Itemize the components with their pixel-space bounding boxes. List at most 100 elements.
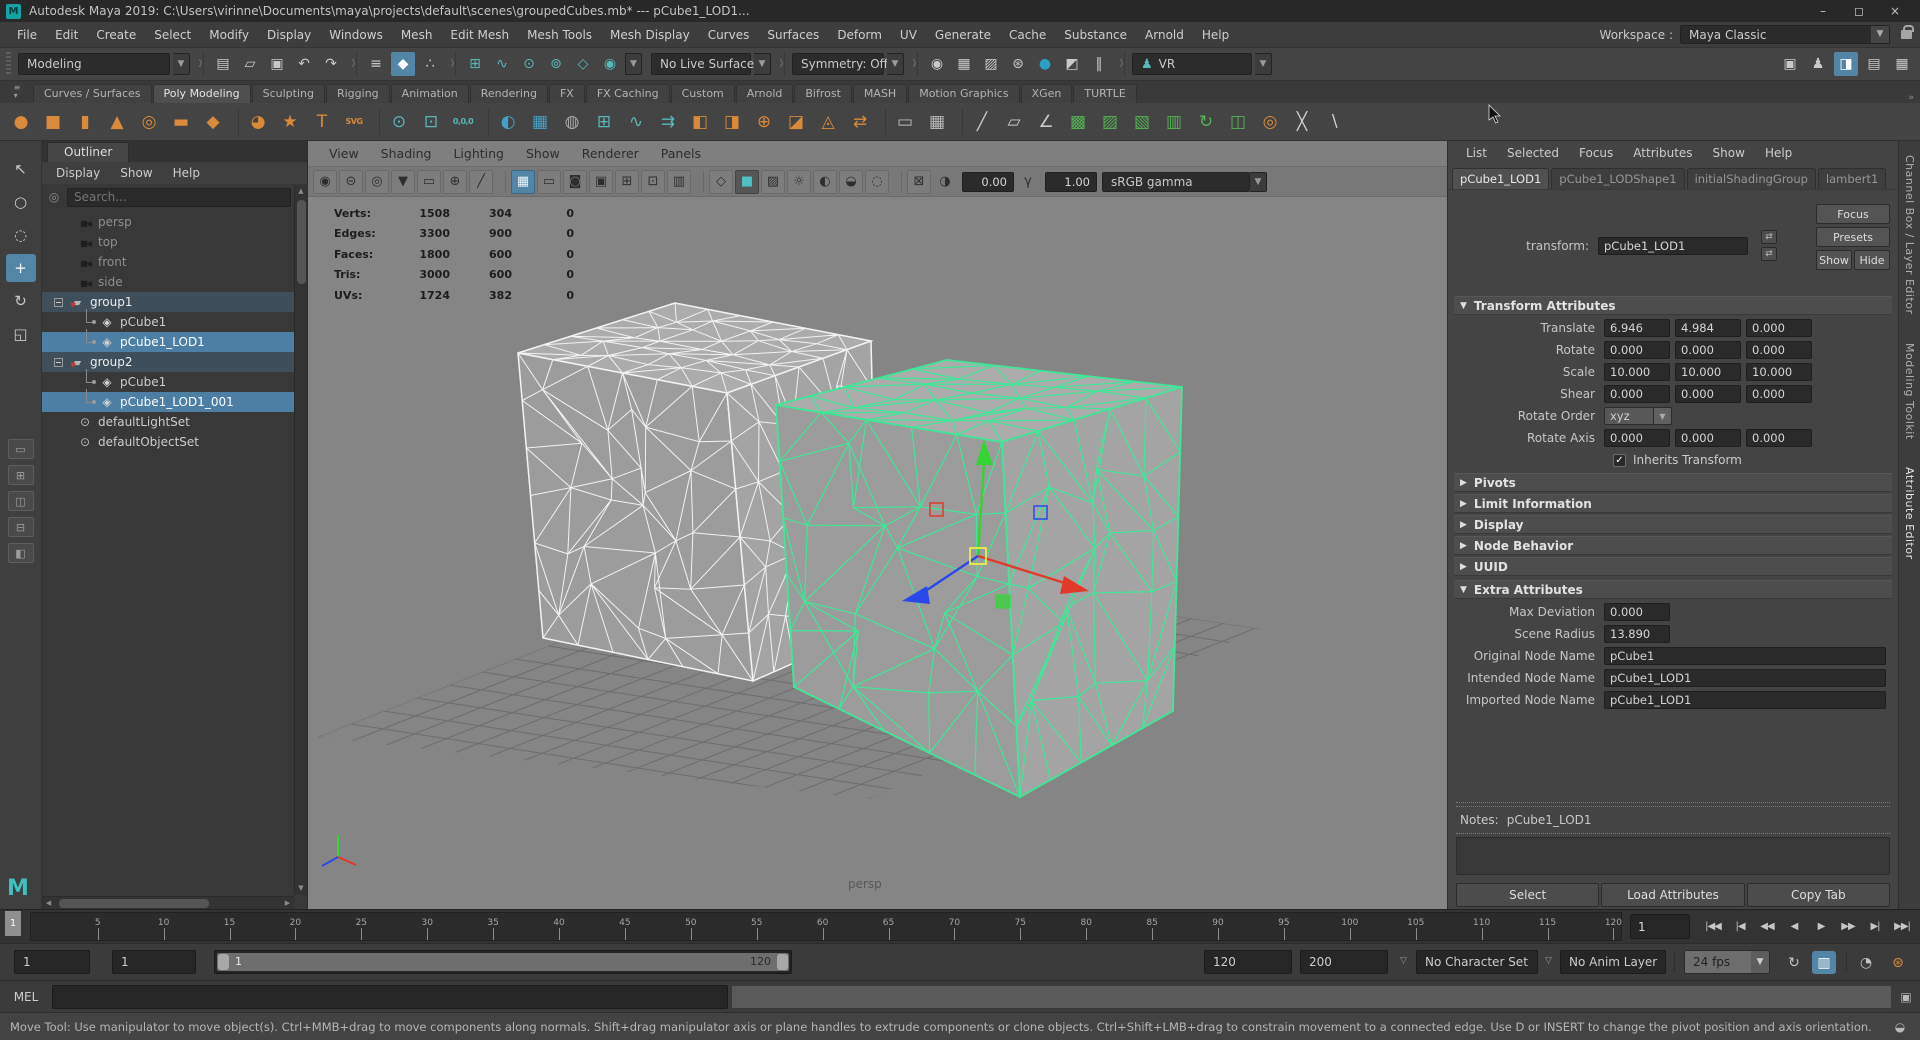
- mirror-icon[interactable]: ⇄: [845, 107, 875, 137]
- sidebar-vertical-tab[interactable]: Modeling Toolkit: [1903, 343, 1916, 440]
- presets-button[interactable]: Presets: [1816, 227, 1890, 247]
- snap-align-icon[interactable]: ⊡: [416, 107, 446, 137]
- menu-item[interactable]: Mesh Tools: [518, 28, 601, 42]
- attribute-editor-menu-item[interactable]: Show: [1703, 146, 1755, 160]
- menu-item[interactable]: Windows: [320, 28, 392, 42]
- collapse-expander-icon[interactable]: [54, 358, 63, 367]
- shelf-tab[interactable]: TURTLE: [1073, 84, 1136, 103]
- maximize-button[interactable]: ◻: [1848, 4, 1870, 18]
- ambient-occlusion-icon[interactable]: ◒: [839, 170, 863, 194]
- scrollbar-thumb[interactable]: [59, 899, 209, 908]
- grid-toggle-icon[interactable]: ▦: [511, 170, 535, 194]
- open-scene-icon[interactable]: ▱: [238, 52, 262, 76]
- menu-item[interactable]: Mesh: [392, 28, 442, 42]
- poly-disc-icon[interactable]: ◆: [198, 107, 228, 137]
- cut-faces-icon[interactable]: ╳: [1287, 107, 1317, 137]
- animation-end-field[interactable]: 200: [1300, 950, 1388, 974]
- spin-edge-icon[interactable]: ↻: [1191, 107, 1221, 137]
- svg-tool-icon[interactable]: SVG: [339, 107, 369, 137]
- lasso-tool-icon[interactable]: ○: [6, 188, 36, 216]
- command-result-field[interactable]: [731, 985, 1892, 1009]
- scroll-down-icon[interactable]: ▼: [295, 882, 308, 895]
- shelf-tab[interactable]: XGen: [1021, 84, 1073, 103]
- chevron-down-icon[interactable]: ▼: [887, 53, 904, 75]
- value-field-z[interactable]: 10.000: [1746, 363, 1812, 381]
- chevron-down-icon[interactable]: ▽: [1400, 956, 1407, 966]
- mel-command-input[interactable]: [52, 985, 728, 1009]
- chevron-down-icon[interactable]: ▼: [1751, 951, 1769, 973]
- playback-loop-icon[interactable]: ↻: [1782, 951, 1806, 974]
- modeling-toolkit-toggle-icon[interactable]: ▣: [1778, 52, 1802, 76]
- multi-cut-icon[interactable]: ▨: [1095, 107, 1125, 137]
- outliner-item-group1[interactable]: group1: [42, 292, 307, 312]
- lock-workspace-icon[interactable]: [1901, 30, 1912, 39]
- step-back-frame-button[interactable]: ◀◀: [1754, 913, 1780, 940]
- checkbox-checked[interactable]: ✓: [1613, 454, 1626, 467]
- select-object-mask-icon[interactable]: ◆: [391, 52, 415, 76]
- quad-draw-icon[interactable]: ▩: [1063, 107, 1093, 137]
- value-field-x[interactable]: 0.000: [1604, 429, 1670, 447]
- node-tab[interactable]: pCube1_LODShape1: [1551, 168, 1684, 189]
- panel-menu-item[interactable]: Lighting: [442, 146, 515, 161]
- curve-to-mesh-icon[interactable]: ∿: [621, 107, 651, 137]
- toolbar-grip[interactable]: [6, 52, 11, 76]
- attribute-editor-toggle-icon[interactable]: ◨: [1834, 52, 1858, 76]
- shadows-icon[interactable]: ◐: [813, 170, 837, 194]
- chevron-down-icon[interactable]: ▽: [1545, 956, 1552, 966]
- scroll-right-icon[interactable]: ▶: [281, 897, 294, 910]
- node-tab[interactable]: pCube1_LOD1: [1452, 168, 1549, 189]
- outliner-menu-item[interactable]: Display: [46, 166, 110, 180]
- live-surface-field[interactable]: No Live Surface: [651, 53, 751, 75]
- value-field-x[interactable]: 6.946: [1604, 319, 1670, 337]
- outliner-item-front[interactable]: front: [42, 252, 307, 272]
- connect-tool-icon[interactable]: ▧: [1127, 107, 1157, 137]
- grease-pencil-icon[interactable]: ╱: [967, 107, 997, 137]
- value-field[interactable]: 13.890: [1604, 625, 1670, 643]
- uv-unwrap-icon[interactable]: ⇉: [653, 107, 683, 137]
- targeted-projection-icon[interactable]: ⊙: [384, 107, 414, 137]
- snap-to-grid-icon[interactable]: ⊞: [463, 52, 487, 76]
- current-frame-marker[interactable]: 1: [5, 911, 21, 936]
- shelf-tab[interactable]: Sculpting: [252, 84, 325, 103]
- value-field[interactable]: pCube1: [1604, 647, 1886, 665]
- collapsed-section-header[interactable]: ▶ Node Behavior: [1454, 536, 1892, 555]
- menu-item[interactable]: File: [8, 28, 46, 42]
- value-field-y[interactable]: 10.000: [1675, 363, 1741, 381]
- move-to-origin-icon[interactable]: 0,0,0: [448, 107, 478, 137]
- outliner-item-pcube1[interactable]: pCube1: [42, 312, 307, 332]
- film-gate-icon[interactable]: ▭: [537, 170, 561, 194]
- snap-to-point-icon[interactable]: ⊙: [517, 52, 541, 76]
- menu-item[interactable]: Generate: [926, 28, 1000, 42]
- perspective-viewport[interactable]: ViewShadingLightingShowRendererPanels ◉⊝…: [308, 141, 1447, 909]
- sidebar-vertical-tab[interactable]: Channel Box / Layer Editor: [1903, 155, 1916, 315]
- outliner-tab[interactable]: Outliner: [47, 142, 129, 162]
- play-forwards-button[interactable]: ▶: [1808, 913, 1834, 940]
- outliner-menu-item[interactable]: Help: [163, 166, 210, 180]
- menu-item[interactable]: Create: [87, 28, 145, 42]
- menu-set-dropdown[interactable]: Modeling: [18, 53, 170, 75]
- outliner-item-pcube1-b[interactable]: pCube1: [42, 372, 307, 392]
- menu-item[interactable]: UV: [891, 28, 926, 42]
- layout-two-pane-stacked-icon[interactable]: ⊟: [8, 517, 34, 537]
- make-live-grid-icon[interactable]: ▦: [922, 107, 952, 137]
- minimize-button[interactable]: –: [1812, 4, 1834, 18]
- undo-icon[interactable]: ↶: [292, 52, 316, 76]
- focus-button[interactable]: Focus: [1816, 204, 1890, 224]
- menu-item[interactable]: Display: [258, 28, 320, 42]
- script-editor-icon[interactable]: ▣: [1896, 987, 1916, 1007]
- motion-blur-icon[interactable]: ◌: [865, 170, 889, 194]
- shaded-mode-icon[interactable]: ■: [735, 170, 759, 194]
- chevron-down-icon[interactable]: ▼: [173, 53, 190, 75]
- menu-item[interactable]: Substance: [1055, 28, 1136, 42]
- paint-select-tool-icon[interactable]: ◌: [6, 221, 36, 249]
- colorspace-dropdown[interactable]: sRGB gamma ▼: [1102, 172, 1267, 192]
- sculpt-smooth-icon[interactable]: ◍: [557, 107, 587, 137]
- step-forward-frame-button[interactable]: ▶▶: [1835, 913, 1861, 940]
- render-settings-icon[interactable]: ⊛: [1006, 52, 1030, 76]
- symmetry-field[interactable]: Symmetry: Off: [792, 53, 884, 75]
- target-weld-icon[interactable]: ◎: [1255, 107, 1285, 137]
- ipr-render-icon[interactable]: ▨: [979, 52, 1003, 76]
- step-back-key-button[interactable]: |◀: [1727, 913, 1753, 940]
- wireframe-mode-icon[interactable]: ◇: [709, 170, 733, 194]
- poly-superellipse-icon[interactable]: ◕: [243, 107, 273, 137]
